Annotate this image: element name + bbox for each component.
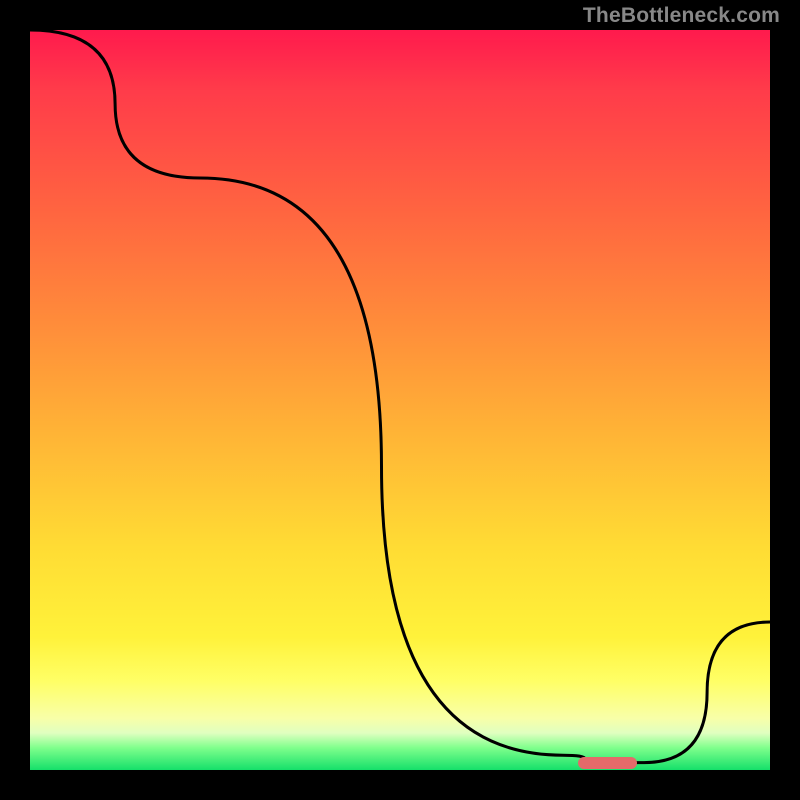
watermark-text: TheBottleneck.com (583, 4, 780, 28)
chart-stage: TheBottleneck.com (0, 0, 800, 800)
optimal-marker (578, 757, 637, 769)
bottleneck-curve (30, 30, 770, 770)
plot-area (30, 30, 770, 770)
curve-path (30, 30, 770, 763)
